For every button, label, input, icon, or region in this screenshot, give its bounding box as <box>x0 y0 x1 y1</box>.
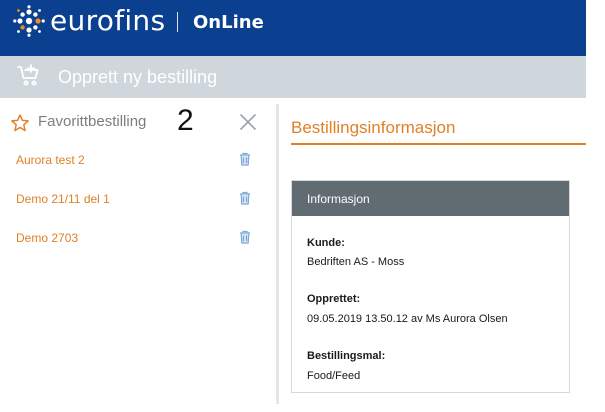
template-label: Bestillingsmal: <box>307 350 386 362</box>
template-value: Food/Feed <box>307 370 361 382</box>
logo-product-name: OnLine <box>193 12 264 33</box>
favorite-item[interactable]: Aurora test 2 <box>0 146 276 176</box>
info-card-title: Informasjon <box>307 192 370 206</box>
page: eurofins OnLine Opprett ny bestilling Fa… <box>0 0 605 412</box>
cart-add-icon <box>17 64 39 86</box>
favorites-count: 2 <box>177 104 194 137</box>
created-label: Opprettet: <box>307 293 361 305</box>
star-icon[interactable] <box>10 113 30 133</box>
eurofins-logo-icon <box>13 5 45 37</box>
created-value: 09.05.2019 13.50.12 av Ms Aurora Olsen <box>307 313 508 325</box>
favorite-item-label[interactable]: Demo 21/11 del 1 <box>16 192 110 206</box>
trash-icon[interactable] <box>239 152 251 166</box>
order-info-title: Bestillingsinformasjon <box>291 118 456 137</box>
info-card-header: Informasjon <box>292 181 569 216</box>
logo-separator <box>177 12 178 32</box>
customer-value: Bedriften AS - Moss <box>307 256 405 268</box>
logo-wordmark: eurofins <box>50 4 166 37</box>
favorites-title: Favorittbestilling <box>38 113 147 130</box>
favorite-item-label[interactable]: Demo 2703 <box>16 231 78 245</box>
favorite-item[interactable]: Demo 21/11 del 1 <box>0 185 276 215</box>
panel-divider <box>276 104 279 404</box>
customer-label: Kunde: <box>307 237 345 249</box>
order-info-underline <box>291 143 586 145</box>
trash-icon[interactable] <box>239 230 251 244</box>
info-card: Informasjon Kunde: Bedriften AS - Moss O… <box>291 180 570 393</box>
trash-icon[interactable] <box>239 191 251 205</box>
favorite-item-label[interactable]: Aurora test 2 <box>16 153 85 167</box>
close-icon[interactable] <box>238 112 258 132</box>
favorite-item[interactable]: Demo 2703 <box>0 224 276 254</box>
app-header: eurofins OnLine <box>0 0 586 56</box>
create-order-title: Opprett ny bestilling <box>58 67 218 87</box>
